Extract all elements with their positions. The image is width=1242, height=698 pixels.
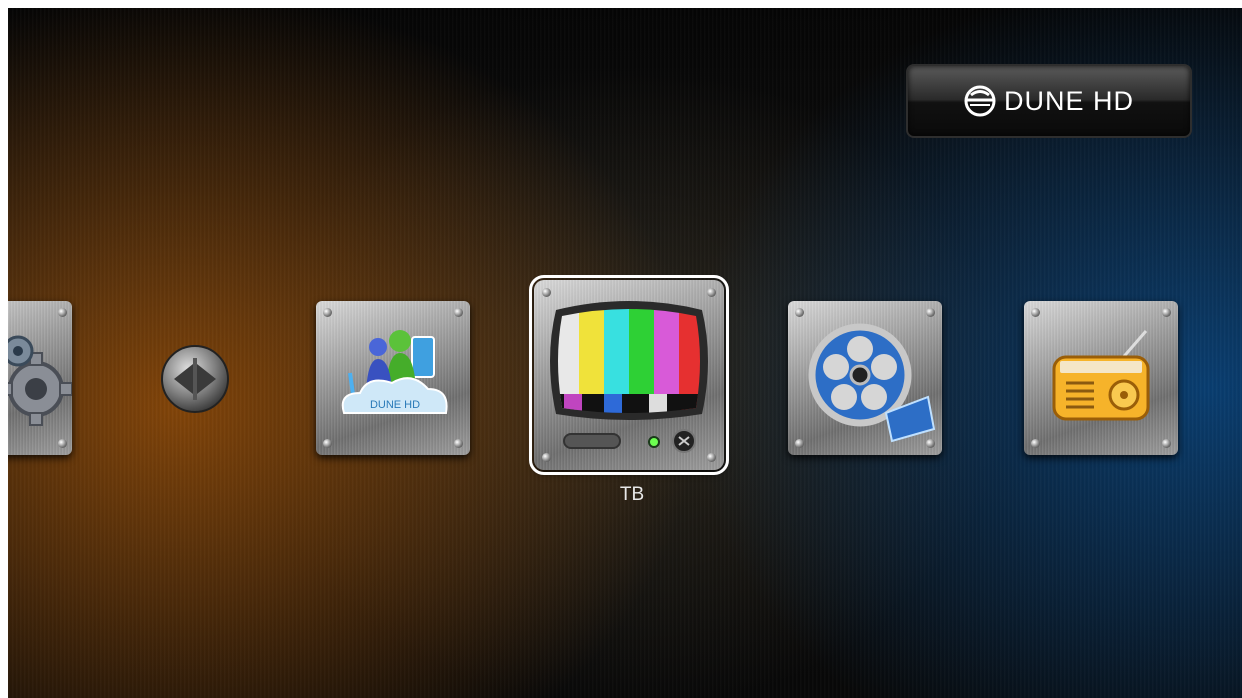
selected-item-label: ТВ [619,484,645,505]
dune-hd-globe-icon [964,85,996,117]
tv-test-pattern-icon [550,301,708,453]
dune-hd-cloud-icon: DUNE HD [341,330,448,414]
cloud-logo-text: DUNE HD [370,399,420,411]
radio-icon [1052,330,1150,421]
logo-text: DUNE HD [1003,85,1134,116]
dune-hd-logo: DUNE HD [906,64,1192,138]
movies-tile[interactable] [788,301,942,455]
tv-tile[interactable] [529,275,729,475]
home-screen: DUNE HD DUNE HD ТВ [8,8,1242,698]
settings-gears-icon [8,335,72,426]
left-right-arrows-icon[interactable] [160,344,230,414]
radio-tile[interactable] [1024,301,1178,455]
settings-tile[interactable] [8,301,72,455]
dune-hd-cloud-tile[interactable]: DUNE HD [316,301,470,455]
film-reel-icon [808,323,936,443]
